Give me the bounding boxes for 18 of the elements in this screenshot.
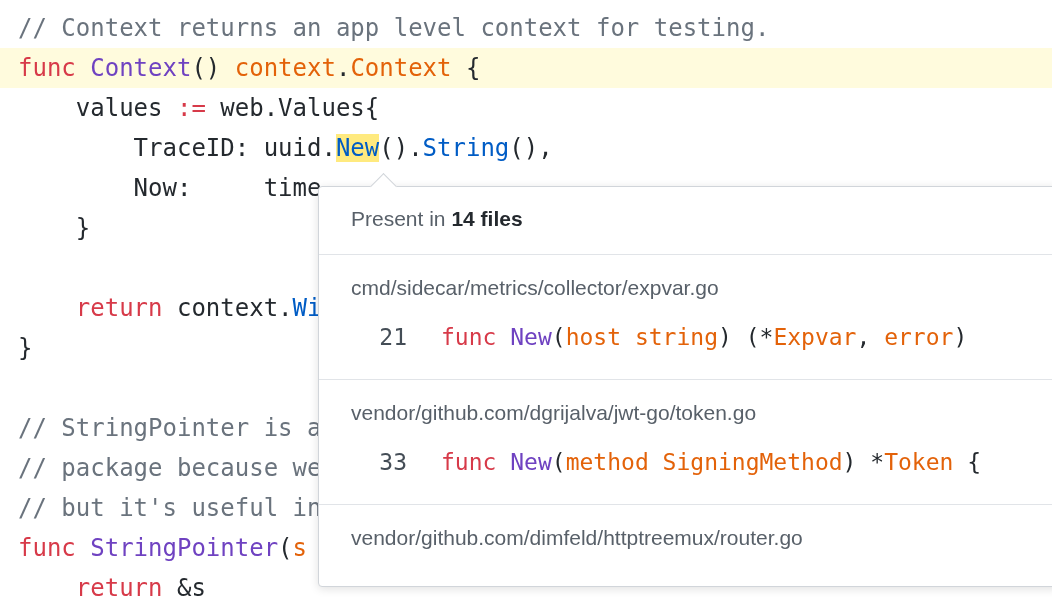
code-line[interactable]: func New(method SigningMethod) *Token { xyxy=(441,449,982,475)
code-line: func StringPointer(s xyxy=(18,534,307,562)
line-number: 21 xyxy=(378,324,407,350)
file-path-link[interactable]: vendor/github.com/dimfeld/httptreemux/router.go xyxy=(351,526,803,549)
summary-text: Present in 14 files xyxy=(319,187,1052,255)
code-line[interactable]: func New(host string) (*Expvar, error) xyxy=(441,324,968,350)
code-line: return context.Wi xyxy=(74,294,322,322)
code-line: // Context returns an app level context for testing. xyxy=(18,14,770,42)
code-line: } xyxy=(18,334,33,362)
code-line: func Context() context.Context { xyxy=(18,54,481,82)
code-line: } xyxy=(74,214,91,242)
file-path-link[interactable]: cmd/sidecar/metrics/collector/expvar.go xyxy=(351,276,719,299)
code-line: Now: time xyxy=(132,174,322,202)
code-line: TraceID: uuid.New().String(), xyxy=(132,134,553,162)
line-number: 33 xyxy=(378,449,407,475)
file-path-link[interactable]: vendor/github.com/dgrijalva/jwt-go/token.go xyxy=(351,401,757,424)
code-line: values := web.Values{ xyxy=(74,94,380,122)
code-line: return &s xyxy=(74,574,206,602)
